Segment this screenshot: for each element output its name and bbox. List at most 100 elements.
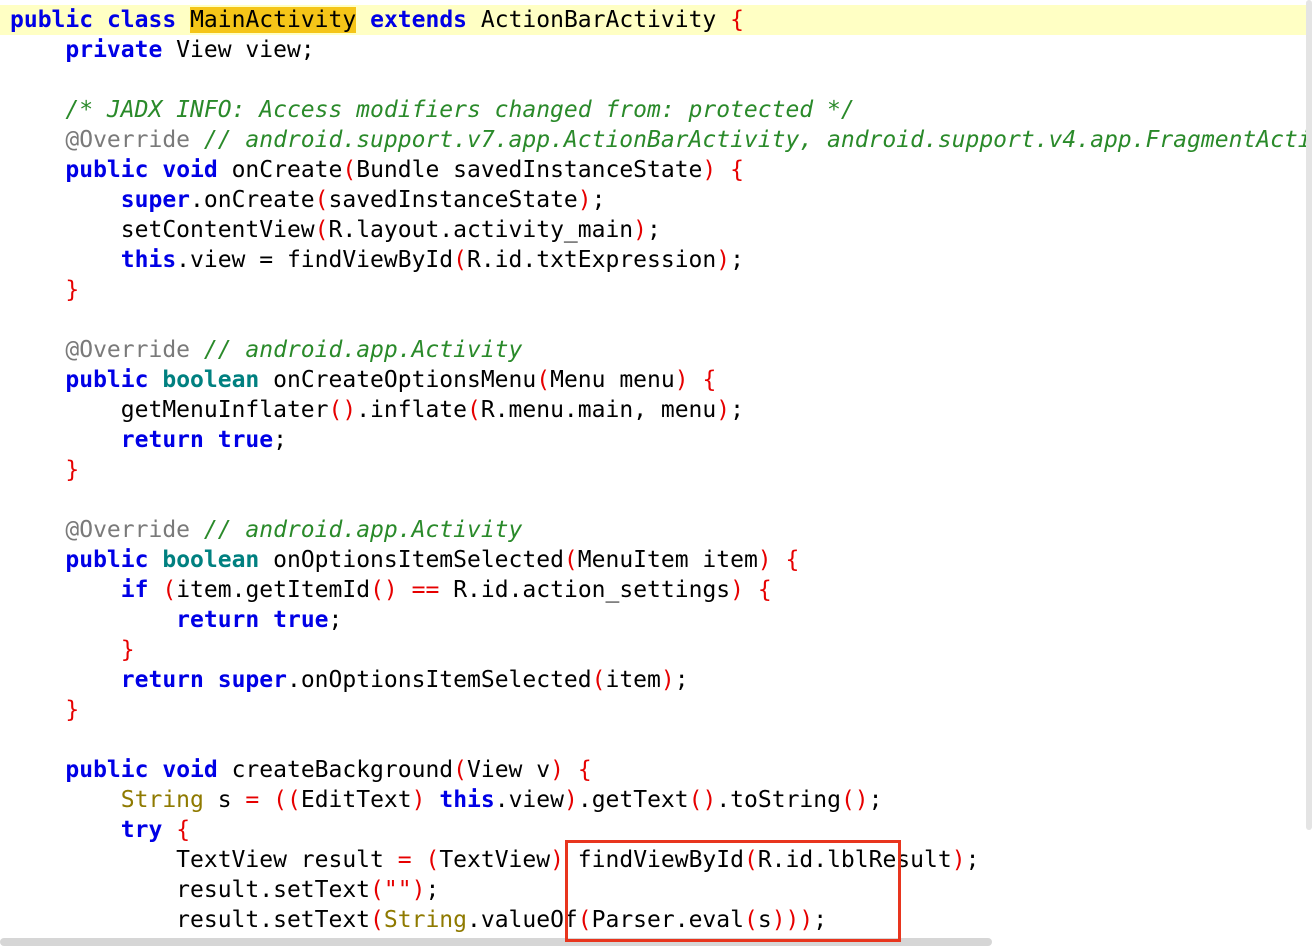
- code-line[interactable]: }: [0, 695, 1312, 725]
- code-line[interactable]: [0, 305, 1312, 335]
- code-token-keyword: return: [120, 667, 204, 693]
- code-line[interactable]: }: [0, 635, 1312, 665]
- code-line-current[interactable]: public class MainActivity extends Action…: [0, 5, 1312, 35]
- code-token-bracket: (: [162, 577, 177, 603]
- code-token-keyword: public: [10, 7, 94, 33]
- code-line[interactable]: String s = ((EditText) this.view).getTex…: [0, 785, 1312, 815]
- line-text: public boolean onOptionsItemSelected(Men…: [10, 545, 799, 575]
- code-token-bracket: (: [591, 667, 606, 693]
- code-line[interactable]: super.onCreate(savedInstanceState);: [0, 185, 1312, 215]
- code-token-comment: // android.support.v7.app.ActionBarActiv…: [203, 127, 1312, 153]
- line-text: public class MainActivity extends Action…: [10, 5, 744, 35]
- code-token-text: R.id.action_settings: [439, 577, 731, 603]
- code-token-text: ;: [868, 787, 883, 813]
- code-line[interactable]: [0, 65, 1312, 95]
- line-text: try {: [10, 815, 190, 845]
- code-line[interactable]: result.setText("");: [0, 875, 1312, 905]
- code-token-bracket: (: [453, 757, 467, 783]
- code-token-bracket: ): [674, 367, 689, 393]
- code-token-text: onOptionsItemSelected: [259, 547, 564, 573]
- code-token-text: .view = findViewById: [176, 247, 454, 273]
- code-line[interactable]: this.view = findViewById(R.id.txtExpress…: [0, 245, 1312, 275]
- code-token-bracket: ): [411, 877, 426, 903]
- line-text: @Override // android.app.Activity: [10, 335, 522, 365]
- code-line[interactable]: }: [0, 455, 1312, 485]
- code-token-text: ;: [730, 397, 744, 423]
- code-line[interactable]: if (item.getItemId() == R.id.action_sett…: [0, 575, 1312, 605]
- code-token-text: Parser.eval: [591, 907, 744, 933]
- code-line[interactable]: result.setText(String.valueOf(Parser.eva…: [0, 905, 1312, 935]
- vertical-scrollbar[interactable]: [1306, 0, 1312, 830]
- line-text: return true;: [10, 605, 342, 635]
- code-token-keyword: this: [439, 787, 495, 813]
- code-token-text: onCreate: [217, 157, 343, 183]
- code-line[interactable]: [0, 485, 1312, 515]
- code-token-text: ;: [273, 427, 287, 453]
- line-text: }: [10, 695, 79, 725]
- code-token-text: ;: [328, 607, 343, 633]
- code-line[interactable]: public boolean onOptionsItemSelected(Men…: [0, 545, 1312, 575]
- code-token-text: R.layout.activity_main: [328, 217, 634, 243]
- line-text: public boolean onCreateOptionsMenu(Menu …: [10, 365, 716, 395]
- code-token-bracket: ): [702, 157, 717, 183]
- code-token-bracket: {: [730, 157, 744, 183]
- code-line[interactable]: getMenuInflater().inflate(R.menu.main, m…: [0, 395, 1312, 425]
- code-line[interactable]: @Override // android.support.v7.app.Acti…: [0, 125, 1312, 155]
- code-token-type-name: String: [383, 907, 467, 933]
- code-token-search-highlight: MainActivity: [190, 7, 357, 33]
- code-line[interactable]: return true;: [0, 605, 1312, 635]
- code-token-bracket: }: [65, 697, 80, 723]
- code-token-bracket: "": [383, 877, 412, 903]
- code-line[interactable]: TextView result = (TextView) findViewByI…: [0, 845, 1312, 875]
- code-token-bracket: ): [660, 667, 675, 693]
- code-line[interactable]: @Override // android.app.Activity: [0, 335, 1312, 365]
- code-line[interactable]: }: [0, 275, 1312, 305]
- code-token-bracket: (: [563, 547, 578, 573]
- code-line[interactable]: setContentView(R.layout.activity_main);: [0, 215, 1312, 245]
- code-token-text: findViewById: [563, 847, 744, 873]
- code-token-text: Bundle savedInstanceState: [356, 157, 703, 183]
- code-line[interactable]: /* JADX INFO: Access modifiers changed f…: [0, 95, 1312, 125]
- code-line[interactable]: public void onCreate(Bundle savedInstanc…: [0, 155, 1312, 185]
- code-editor[interactable]: public class MainActivity extends Action…: [0, 0, 1312, 948]
- code-token-text: R.menu.main, menu: [480, 397, 717, 423]
- code-token-keyword: return: [176, 607, 260, 633]
- code-line[interactable]: return true;: [0, 425, 1312, 455]
- code-line[interactable]: public void createBackground(View v) {: [0, 755, 1312, 785]
- code-token-comment: // android.app.Activity: [203, 337, 523, 363]
- code-token-text: ;: [425, 877, 440, 903]
- code-token-bracket: (): [688, 787, 717, 813]
- code-token-text: TextView: [439, 847, 551, 873]
- code-token-text: R.id.txtExpression: [466, 247, 717, 273]
- code-token-comment: /* JADX INFO: Access modifiers changed f…: [65, 97, 855, 123]
- code-token-keyword: public: [65, 157, 149, 183]
- code-token-bracket: (: [314, 217, 329, 243]
- code-token-bracket: ((: [273, 787, 301, 813]
- code-token-annotation: @Override: [65, 517, 191, 543]
- code-line[interactable]: return super.onOptionsItemSelected(item)…: [0, 665, 1312, 695]
- code-line[interactable]: try {: [0, 815, 1312, 845]
- code-token-text: ;: [813, 907, 828, 933]
- code-line[interactable]: public boolean onCreateOptionsMenu(Menu …: [0, 365, 1312, 395]
- code-token-keyword: void: [162, 757, 218, 783]
- code-line[interactable]: [0, 725, 1312, 755]
- horizontal-scrollbar[interactable]: [0, 938, 992, 946]
- code-token-bracket: (: [743, 847, 758, 873]
- code-line[interactable]: @Override // android.app.Activity: [0, 515, 1312, 545]
- code-line[interactable]: private View view;: [0, 35, 1312, 65]
- code-token-keyword: void: [162, 157, 218, 183]
- line-text: public void onCreate(Bundle savedInstanc…: [10, 155, 744, 185]
